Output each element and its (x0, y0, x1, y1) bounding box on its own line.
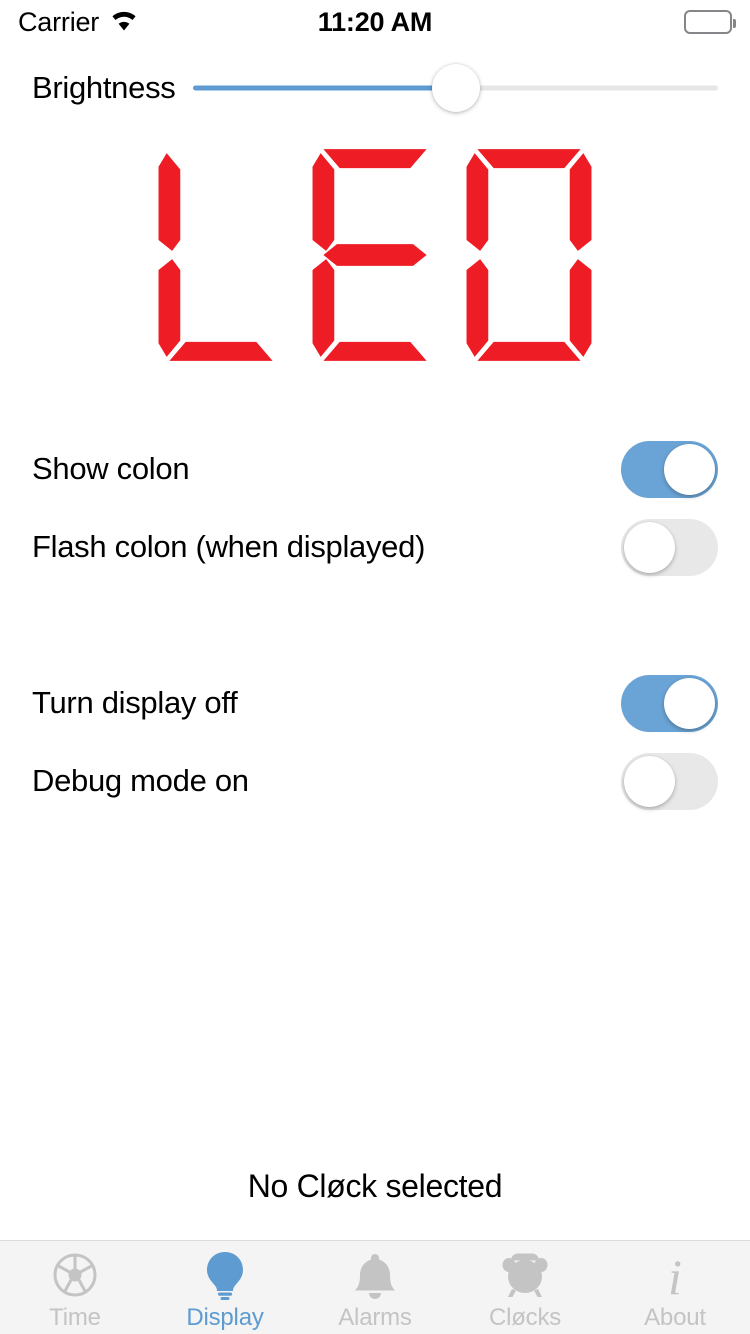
tab-label-cl-cks: Cløcks (488, 1303, 562, 1331)
toggle-knob (624, 521, 675, 573)
settings-row-label: Turn display off (32, 685, 238, 720)
segment-d (477, 341, 581, 361)
toggle-flash-colon-when-displayed[interactable] (621, 518, 718, 576)
settings-group-1: Show colon Flash colon (when displayed) (0, 430, 750, 586)
segment-e (158, 259, 181, 357)
toggle-knob (664, 677, 715, 729)
toggle-turn-display-off[interactable] (621, 674, 718, 732)
toggle-show-colon[interactable] (621, 440, 718, 498)
settings-row-label: Flash colon (when displayed) (32, 529, 426, 564)
tab-label-alarms: Alarms (338, 1303, 412, 1331)
settings-row-debug-mode-on: Debug mode on (0, 742, 750, 820)
lightbulb-icon (203, 1250, 247, 1300)
tab-cl-cks[interactable]: Cløcks (450, 1241, 600, 1334)
alarm-clock-icon (500, 1250, 550, 1300)
status-bar: Carrier 11:20 AM (0, 0, 750, 44)
clock-selection-status: No Cløck selected (247, 1168, 503, 1204)
status-bar-right (684, 10, 736, 34)
settings-list: Show colon Flash colon (when displayed) Tu… (0, 430, 750, 898)
segment-f (158, 153, 181, 251)
toggle-knob (664, 443, 715, 495)
led-digit-l (158, 153, 273, 361)
settings-row-turn-display-off: Turn display off (0, 664, 750, 742)
slider-fill (193, 85, 456, 91)
toggle-debug-mode-on[interactable] (621, 752, 718, 810)
brightness-row: Brightness (0, 62, 750, 114)
tab-about[interactable]: i About (600, 1241, 750, 1334)
wifi-icon (109, 9, 139, 36)
segment-f (466, 153, 489, 251)
segment-e (466, 259, 489, 357)
tab-label-display: Display (186, 1303, 264, 1331)
led-preview-display (0, 130, 750, 380)
tab-bar: Time Display Alarms Cløcks i About (0, 1240, 750, 1334)
tab-time[interactable]: Time (0, 1241, 150, 1334)
segment-c (569, 259, 592, 357)
segment-a (477, 149, 581, 169)
segment-d (169, 341, 273, 361)
segment-a (323, 149, 427, 169)
tab-label-about: About (644, 1303, 706, 1331)
segment-f (312, 153, 335, 251)
app-screen: Carrier 11:20 AM Brightness Show colon F… (0, 0, 750, 1334)
segment-b (569, 153, 592, 251)
svg-text:i: i (668, 1250, 682, 1300)
gear-wheel-icon (51, 1250, 99, 1300)
brightness-slider[interactable] (193, 62, 718, 114)
segment-d (323, 341, 427, 361)
brightness-label: Brightness (32, 70, 176, 105)
slider-thumb[interactable] (431, 64, 480, 112)
info-i-icon: i (657, 1250, 693, 1300)
settings-row-label: Show colon (32, 451, 190, 486)
segment-g (323, 244, 427, 266)
settings-group-2: Turn display off Debug mode on (0, 664, 750, 820)
settings-row-show-colon: Show colon (0, 430, 750, 508)
tab-alarms[interactable]: Alarms (300, 1241, 450, 1334)
tab-label-time: Time (49, 1303, 101, 1331)
settings-row-flash-colon-when-displayed: Flash colon (when displayed) (0, 508, 750, 586)
status-bar-left: Carrier (18, 7, 139, 38)
bell-icon (351, 1250, 399, 1300)
led-digit-e (312, 149, 427, 361)
led-digit-d (466, 149, 592, 361)
segment-e (312, 259, 335, 357)
carrier-label: Carrier (18, 6, 100, 37)
settings-row-label: Debug mode on (32, 763, 249, 798)
toggle-knob (624, 755, 675, 807)
tab-display[interactable]: Display (150, 1241, 300, 1334)
battery-full-icon (684, 10, 736, 34)
